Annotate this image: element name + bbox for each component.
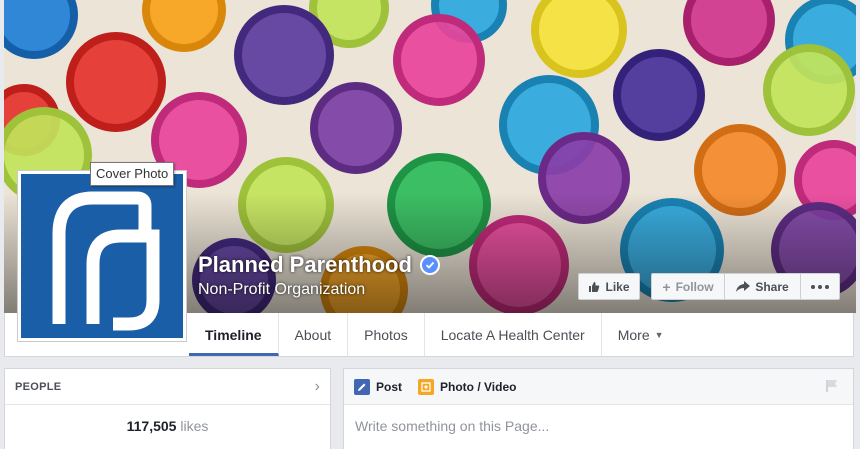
caret-down-icon: ▼	[654, 329, 664, 340]
composer-photo-label: Photo / Video	[440, 379, 517, 394]
profile-picture[interactable]	[17, 170, 187, 342]
like-button-label: Like	[605, 279, 630, 294]
page-actions-group: + Follow Share	[651, 273, 840, 300]
tab-about-label: About	[294, 326, 332, 343]
follow-button-label: Follow	[675, 279, 714, 294]
tab-timeline[interactable]: Timeline	[189, 313, 279, 356]
likes-summary: 117,505 likes	[5, 418, 330, 434]
composer-post-label: Post	[376, 379, 403, 394]
planned-parenthood-logo	[21, 174, 183, 338]
share-button[interactable]: Share	[725, 274, 801, 299]
thumbs-up-icon	[589, 281, 600, 292]
plus-icon: +	[662, 278, 671, 295]
tab-photos[interactable]: Photos	[348, 313, 425, 356]
photo-icon	[418, 378, 435, 395]
likes-count: 117,505	[126, 418, 177, 434]
ellipsis-icon	[811, 284, 829, 289]
tab-more-label: More	[617, 326, 650, 343]
flag-icon[interactable]	[825, 379, 839, 398]
people-card: PEOPLE › 117,505 likes	[4, 368, 331, 449]
share-button-label: Share	[755, 279, 789, 294]
people-card-header[interactable]: PEOPLE ›	[5, 369, 330, 405]
follow-button[interactable]: + Follow	[652, 274, 725, 299]
likes-label: likes	[180, 418, 209, 434]
share-arrow-icon	[736, 281, 751, 292]
tab-locate-health-center[interactable]: Locate A Health Center	[425, 313, 602, 356]
verified-badge-icon	[419, 255, 440, 275]
page-tabs: Timeline About Photos Locate A Health Ce…	[189, 313, 680, 356]
post-composer: Post Photo / Video Write something on th…	[343, 368, 854, 449]
page-name-text: Planned Parenthood	[198, 252, 412, 277]
tab-more[interactable]: More ▼	[602, 313, 680, 356]
composer-tabs: Post Photo / Video	[344, 369, 853, 405]
tab-timeline-label: Timeline	[205, 326, 262, 343]
page-category: Non-Profit Organization	[198, 281, 366, 298]
tab-about[interactable]: About	[279, 313, 349, 356]
people-card-title: PEOPLE	[15, 380, 62, 393]
chevron-right-icon[interactable]: ›	[315, 378, 320, 396]
tab-photos-label: Photos	[364, 326, 408, 343]
cover-photo-tooltip: Cover Photo	[90, 162, 175, 186]
more-options-button[interactable]	[801, 274, 839, 299]
pencil-icon	[354, 378, 370, 395]
tab-locate-label: Locate A Health Center	[440, 326, 585, 343]
composer-input[interactable]: Write something on this Page...	[344, 405, 853, 447]
page-title: Planned Parenthood	[198, 252, 440, 278]
like-button[interactable]: Like	[578, 273, 640, 300]
composer-tab-photo-video[interactable]: Photo / Video	[418, 378, 517, 395]
composer-tab-post[interactable]: Post	[354, 378, 403, 395]
